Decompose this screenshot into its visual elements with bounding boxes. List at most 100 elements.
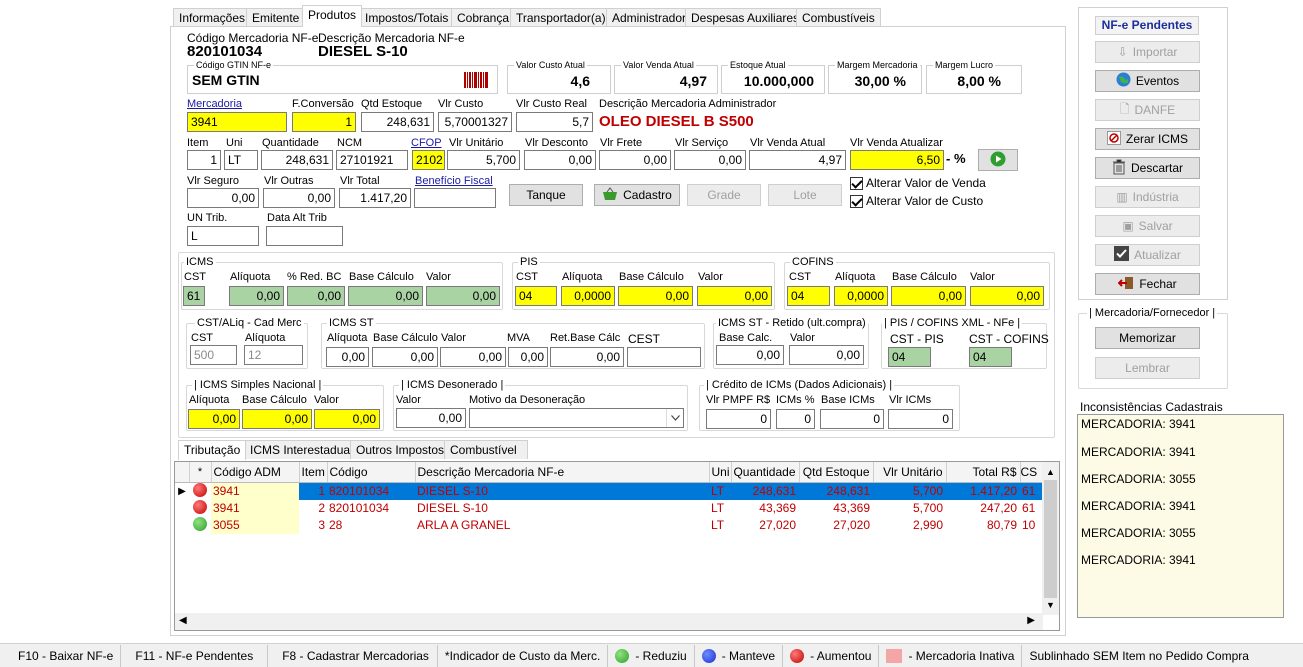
grid-header-cs[interactable]: CS [1020,462,1043,483]
vlr-outras-field[interactable]: 0,00 [263,188,335,208]
cfop-link[interactable]: CFOP [411,137,442,149]
pis-cst-field[interactable]: 04 [515,286,557,306]
cell-item[interactable]: 1 [299,482,327,500]
scroll-right-icon[interactable]: ▶ [1027,615,1035,626]
alterar-custo-checkbox[interactable]: Alterar Valor de Custo [850,194,983,208]
tab-emitente[interactable]: Emitente [246,8,306,27]
vlr-venda-atualizar-field[interactable]: 6,50 [850,150,944,170]
cell-uni[interactable]: LT [709,500,731,517]
salvar-button[interactable]: ▣ Salvar [1095,215,1200,237]
qtd-estoque-field[interactable]: 248,631 [361,112,434,132]
vlr-unitario-field[interactable]: 5,700 [447,150,520,170]
alterar-venda-checkbox[interactable]: Alterar Valor de Venda [850,176,986,190]
icms-base-field[interactable]: 0,00 [348,286,423,306]
credito-pct-field[interactable]: 0 [776,409,815,429]
atualizar-button[interactable]: Atualizar [1095,244,1200,266]
cofins-cst-field[interactable]: 04 [787,286,830,306]
industria-button[interactable]: ▥ Indústria [1095,186,1200,208]
pis-aliq-field[interactable]: 0,0000 [561,286,615,306]
grid-header-item[interactable]: Item [299,462,328,483]
vertical-scroll-thumb[interactable] [1044,480,1057,598]
fechar-button[interactable]: Fechar [1095,273,1200,295]
cfop-field[interactable]: 2102 [412,150,445,170]
data-alt-trib-field[interactable] [266,226,343,246]
cell-total[interactable]: 1.417,20 [946,482,1020,500]
tab-produtos[interactable]: Produtos [302,5,363,27]
deson-valor-field[interactable]: 0,00 [396,408,466,428]
inconsistencias-list[interactable]: MERCADORIA: 3941 MERCADORIA: 3941 MERCAD… [1077,414,1284,618]
vlr-custo-field[interactable]: 5,70001327 [438,112,512,132]
vertical-scrollbar[interactable]: ▲ ▼ [1042,462,1059,615]
cad-cst-field[interactable]: 500 [190,345,237,365]
cell-codigo[interactable]: 28 [327,517,415,534]
subtab-tributacao[interactable]: Tributação [178,440,247,460]
list-item[interactable]: MERCADORIA: 3941 [1081,417,1196,431]
grid-header-descricao[interactable]: Descrição Mercadoria NF-e [415,462,710,483]
grid-header-uni[interactable]: Uni [709,462,732,483]
tab-impostos-totais[interactable]: Impostos/Totais [359,8,455,27]
lote-button[interactable]: Lote [768,184,842,206]
grid-header-total[interactable]: Total R$ [946,462,1021,483]
descartar-button[interactable]: Descartar [1095,157,1200,179]
item-field[interactable]: 1 [187,150,221,170]
cell-qtd-estoque[interactable]: 43,369 [799,500,873,517]
vlr-servico-field[interactable]: 0,00 [674,150,746,170]
eventos-button[interactable]: Eventos [1095,70,1200,92]
cell-item[interactable]: 2 [299,500,327,517]
cell-codigo-adm[interactable]: 3055 [211,516,299,534]
tab-informacoes[interactable]: Informações [173,8,252,27]
importar-button[interactable]: ⇩ Importar [1095,41,1200,63]
stret-valor-field[interactable]: 0,00 [789,345,864,365]
cell-vlr-unitario[interactable]: 2,990 [873,517,946,534]
icms-valor-field[interactable]: 0,00 [426,286,500,306]
st-cest-field[interactable] [627,347,701,367]
grid-header-quantidade[interactable]: Quantidade [731,462,800,483]
st-base-field[interactable]: 0,00 [372,347,438,367]
tab-cobranca[interactable]: Cobrança [451,8,516,27]
cell-codigo[interactable]: 820101034 [327,500,415,517]
simples-aliq-field[interactable]: 0,00 [188,409,240,429]
tab-combustiveis[interactable]: Combustíveis [796,8,881,27]
credito-base-field[interactable]: 0 [820,409,884,429]
mercadoria-link[interactable]: Mercadoria [187,98,242,110]
chevron-down-icon[interactable] [666,409,683,427]
vlr-venda-atual-field[interactable]: 4,97 [749,150,846,170]
cell-uni[interactable]: LT [709,482,731,500]
danfe-button[interactable]: 🗋 DANFE [1095,99,1200,121]
cadastro-button[interactable]: Cadastro [594,184,680,206]
horizontal-scrollbar[interactable]: ◀ ▶ [175,613,1043,630]
vlr-desconto-field[interactable]: 0,00 [524,150,596,170]
subtab-icms-interestadual[interactable]: ICMS Interestadual [244,440,359,459]
list-item[interactable]: MERCADORIA: 3055 [1081,526,1196,540]
cell-uni[interactable]: LT [709,517,731,534]
list-item[interactable]: MERCADORIA: 3055 [1081,472,1196,486]
vlr-seguro-field[interactable]: 0,00 [187,188,259,208]
subtab-outros-impostos[interactable]: Outros Impostos [350,440,451,459]
grid-header-vlr-unitario[interactable]: Vlr Unitário [873,462,947,483]
cell-codigo-adm[interactable]: 3941 [211,482,299,500]
cell-quantidade[interactable]: 43,369 [731,500,799,517]
scroll-down-icon[interactable]: ▼ [1046,600,1055,610]
cell-descricao[interactable]: ARLA A GRANEL [415,517,709,534]
beneficio-fiscal-link[interactable]: Benefício Fiscal [415,175,493,187]
cofins-base-field[interactable]: 0,00 [891,286,966,306]
simples-base-field[interactable]: 0,00 [242,409,312,429]
st-mva-field[interactable]: 0,00 [508,347,548,367]
table-row[interactable]: 3055 3 28 ARLA A GRANEL LT 27,020 27,020… [175,516,1043,534]
cofins-valor-field[interactable]: 0,00 [970,286,1044,306]
scroll-up-icon[interactable]: ▲ [1046,467,1055,477]
cell-total[interactable]: 247,20 [946,500,1020,517]
table-row[interactable]: ▶ 3941 1 820101034 DIESEL S-10 LT 248,63… [175,482,1043,500]
st-ret-field[interactable]: 0,00 [550,347,624,367]
icms-red-field[interactable]: 0,00 [287,286,345,306]
xml-cofins-field[interactable]: 04 [969,347,1012,367]
vlr-frete-field[interactable]: 0,00 [599,150,671,170]
tab-administrador[interactable]: Administrador [606,8,693,27]
icms-cst-field[interactable]: 61 [183,286,205,306]
list-item[interactable]: MERCADORIA: 3941 [1081,553,1196,567]
lembrar-button[interactable]: Lembrar [1095,357,1200,379]
cell-quantidade[interactable]: 248,631 [731,482,799,500]
grid-header-codigo-adm[interactable]: Código ADM [211,462,300,483]
simples-valor-field[interactable]: 0,00 [314,409,380,429]
cell-descricao[interactable]: DIESEL S-10 [415,500,709,517]
